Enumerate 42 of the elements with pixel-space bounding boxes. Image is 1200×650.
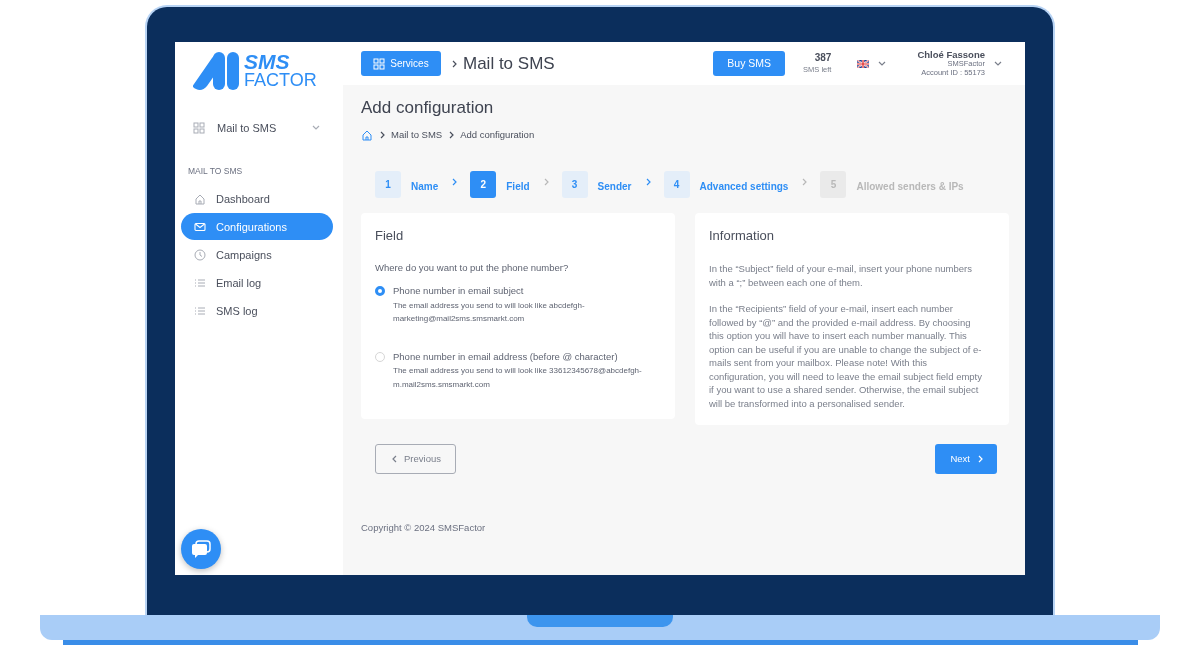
list-icon	[194, 276, 206, 289]
flag-icon	[857, 59, 870, 68]
card-title: Field	[375, 226, 405, 245]
sidebar-item[interactable]: Configurations	[181, 213, 333, 241]
step-tab[interactable]: 1 Name	[375, 170, 439, 198]
copyright-text: Copyright © 2024 SMSFactor	[361, 521, 487, 536]
question-text: Where do you want to put the phone number?	[375, 261, 570, 276]
step-tab[interactable]: 2 Field	[470, 170, 530, 198]
user-name: Chloé Fassone	[917, 50, 985, 61]
home-icon	[194, 192, 206, 205]
sidebar-item[interactable]: SMS log	[181, 297, 333, 325]
radio-button[interactable]	[375, 286, 385, 297]
logo-text: SMS	[244, 52, 290, 73]
section-label: MAIL TO SMS	[188, 164, 244, 178]
previous-button[interactable]: Previous	[375, 444, 456, 475]
info-paragraph: In the “Subject” field of your e-mail, insert your phone numbers with a “;” between each one of them.	[709, 262, 973, 290]
option-hint: The email address you send to will look like 33612345678@abcdefgh-m.mail2sms.smsmarkt.com	[393, 365, 643, 391]
step-tab[interactable]: 4 Advanced settings	[663, 170, 789, 198]
logo-text: FACTOR	[244, 72, 317, 90]
next-button[interactable]: Next	[935, 444, 997, 475]
breadcrumb-link[interactable]: Mail to SMS	[391, 127, 443, 142]
chat-bubbles-icon	[190, 538, 212, 560]
card-title: Information	[709, 226, 776, 245]
option-hint: The email address you send to will look like abcdefgh-marketing@mail2sms.smsmarkt.com	[393, 299, 586, 325]
services-button[interactable]: Services	[361, 51, 441, 76]
page-title: Mail to SMS	[463, 52, 555, 75]
step-tab[interactable]: 3 Sender	[561, 170, 632, 198]
buy-sms-button[interactable]: Buy SMS	[713, 51, 786, 76]
clock-icon	[194, 248, 206, 261]
list-icon	[194, 304, 206, 317]
option-label: Phone number in email address (before @ character)	[393, 350, 619, 365]
grid-icon	[373, 57, 386, 70]
mail-icon	[194, 220, 206, 233]
info-paragraph: In the “Recipients” field of your e-mail, insert each number followed by “@” and the provided e-mail address. By choosing this option you will have to insert each number manually. This option can be useful if you are unable to change the subject of e-mails sent from your mailbox. Please note! With this configuration, you will need to leave the email subject field empty if you want to use a shared sender. Otherwise, the email subject will be transformed into a personalised sender.	[709, 302, 983, 411]
home-icon	[361, 129, 373, 142]
sidebar-item[interactable]: Dashboard	[181, 185, 333, 213]
grid-icon	[193, 122, 205, 135]
sms-count: 387	[813, 51, 832, 64]
option-label: Phone number in email subject	[393, 284, 525, 299]
sidebar-item[interactable]: Campaigns	[181, 241, 333, 269]
page-heading: Add configuration	[361, 99, 495, 118]
sidebar-item[interactable]: Email log	[181, 269, 333, 297]
